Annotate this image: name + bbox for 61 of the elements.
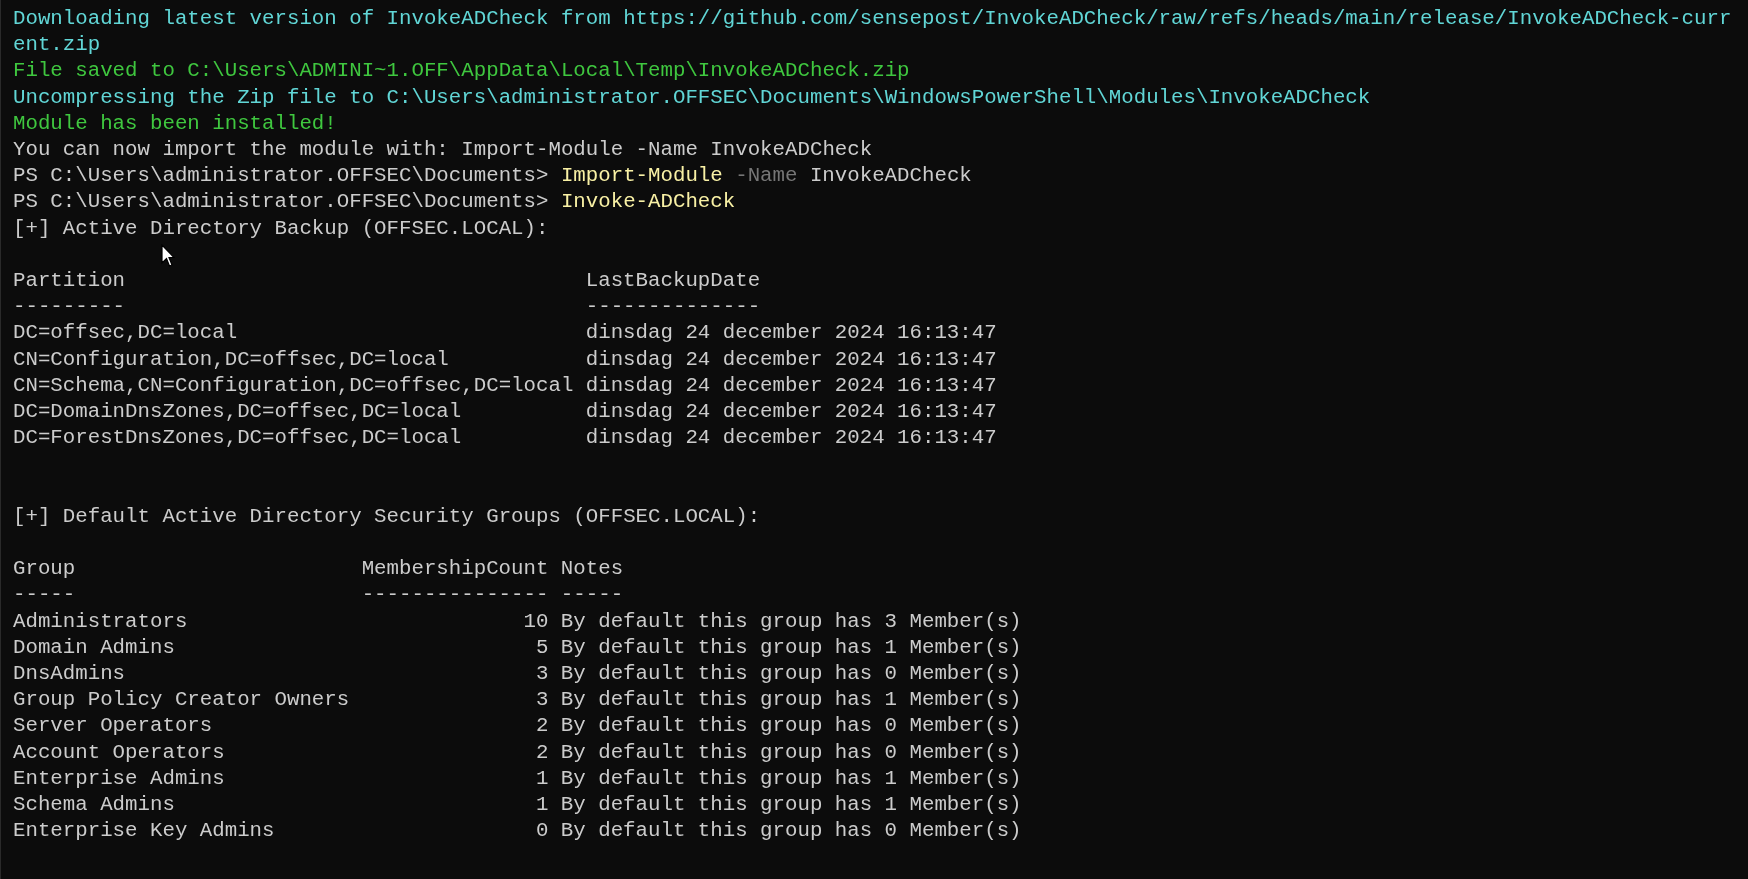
table-cell-text: 1 xyxy=(534,792,549,819)
output-line: Module has been installed! xyxy=(13,110,337,137)
table-cell: dinsdag 24 december 2024 16:13:47 xyxy=(585,346,997,373)
table-cell-text: DC=offsec,DC=local xyxy=(13,320,239,347)
mouse-pointer-icon xyxy=(161,244,175,268)
table-cell-text: Account Operators xyxy=(13,739,226,766)
table-cell-text: Enterprise Key Admins xyxy=(13,818,276,845)
table-cell: By default this group has 1 Member(s) xyxy=(560,792,1022,819)
output-line: Downloading latest version of InvokeADCheck from https://github.com/sensepost/InvokeADCheck/raw/refs/heads/main/release/InvokeADCheck-current.zip xyxy=(13,6,1732,59)
column-header: Group xyxy=(13,556,77,583)
table-cell-text: DC=ForestDnsZones,DC=offsec,DC=local xyxy=(13,425,463,452)
output-line: You can now import the module with: Import-Module -Name InvokeADCheck xyxy=(13,137,873,163)
prompt-path: PS C:\Users\administrator.OFFSEC\Documents> xyxy=(13,189,549,216)
table-cell-text: Enterprise Admins xyxy=(13,765,226,792)
table-cell: By default this group has 1 Member(s) xyxy=(560,634,1022,661)
output-line: File saved to C:\Users\ADMINI~1.OFF\AppData\Local\Temp\InvokeADCheck.zip xyxy=(13,58,910,85)
table-cell-text: CN=Schema,CN=Configuration,DC=offsec,DC=local xyxy=(13,372,574,399)
output-line: [+] Active Directory Backup (OFFSEC.LOCAL): xyxy=(13,215,549,242)
header-rule: -------------- xyxy=(585,294,762,321)
table-cell-text: Server Operators xyxy=(13,713,214,740)
output-line: [+] Default Active Directory Security Groups (OFFSEC.LOCAL): xyxy=(13,503,761,530)
command-name: Invoke-ADCheck xyxy=(560,189,736,216)
header-rule: --------- xyxy=(13,294,127,321)
table-cell-text: 3 xyxy=(534,661,549,687)
table-cell-text: 0 xyxy=(534,818,549,845)
header-rule: ----- xyxy=(13,582,77,609)
command-parameter: -Name xyxy=(735,163,798,190)
table-cell: dinsdag 24 december 2024 16:13:47 xyxy=(585,320,997,347)
table-cell: By default this group has 0 Member(s) xyxy=(560,818,1022,845)
table-cell-text: 2 xyxy=(534,713,549,740)
table-cell-text: DC=DomainDnsZones,DC=offsec,DC=local xyxy=(13,399,463,426)
table-cell: By default this group has 1 Member(s) xyxy=(560,687,1022,714)
table-cell: By default this group has 0 Member(s) xyxy=(560,713,1022,740)
command-argument: InvokeADCheck xyxy=(809,163,972,190)
command-name: Import-Module xyxy=(560,163,723,190)
table-cell: By default this group has 0 Member(s) xyxy=(560,739,1022,766)
header-rule: --------------- xyxy=(361,582,549,609)
table-cell-text: Administrators xyxy=(13,608,189,635)
table-cell-text: 1 xyxy=(534,765,549,792)
table-cell-text: Domain Admins xyxy=(13,634,176,661)
table-cell-text: 5 xyxy=(534,634,549,661)
table-cell-text: 3 xyxy=(534,687,549,714)
table-cell: Group Policy Creator Owners xyxy=(13,687,350,714)
column-header: LastBackupDate xyxy=(585,268,762,294)
table-cell-text: 2 xyxy=(534,739,549,766)
output-line: Uncompressing the Zip file to C:\Users\administrator.OFFSEC\Documents\WindowsPowerShell\Modules\InvokeADCheck xyxy=(13,84,1371,111)
table-cell-text: By default this group has 0 Member(s) xyxy=(560,661,1022,687)
table-cell: dinsdag 24 december 2024 16:13:47 xyxy=(585,425,997,452)
header-rule: ----- xyxy=(560,582,625,609)
table-cell-text: DnsAdmins xyxy=(13,661,127,687)
column-header: MembershipCount xyxy=(361,556,549,583)
table-cell-text: 10 xyxy=(522,608,549,635)
column-header: Partition xyxy=(13,268,127,294)
table-cell-text: Schema Admins xyxy=(13,792,176,819)
table-cell-text: dinsdag 24 december 2024 16:13:47 xyxy=(585,372,997,399)
table-cell-text: CN=Configuration,DC=offsec,DC=local xyxy=(13,346,450,373)
column-header: Notes xyxy=(560,556,625,583)
prompt-path: PS C:\Users\administrator.OFFSEC\Documents> xyxy=(13,163,549,190)
table-cell: By default this group has 3 Member(s) xyxy=(560,608,1022,635)
table-cell: dinsdag 24 december 2024 16:13:47 xyxy=(585,399,997,426)
table-cell-text: By default this group has 1 Member(s) xyxy=(560,765,1022,792)
